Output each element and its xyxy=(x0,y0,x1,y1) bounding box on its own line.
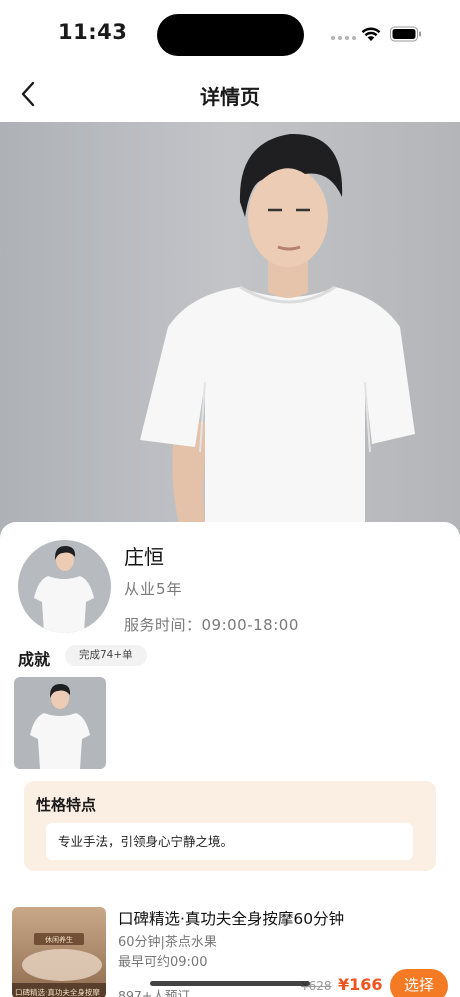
experience-years: 从业5年 xyxy=(124,580,183,598)
service-duration: 60分钟|茶点水果 xyxy=(118,935,217,950)
service-title: 口碑精选·真功夫全身按摩60分钟 xyxy=(118,910,345,928)
service-thumb-caption: 口碑精选·真功夫全身按摩 xyxy=(15,987,100,997)
profile-card: 庄恒 从业5年 服务时间：09:00-18:00 成就 完成74+单 性格特点 … xyxy=(0,522,460,997)
dynamic-island xyxy=(157,14,304,56)
home-indicator xyxy=(150,981,310,986)
select-button[interactable]: 选择 xyxy=(390,969,448,997)
cellular-signal-icon xyxy=(331,36,356,40)
page-title: 详情页 xyxy=(200,85,260,109)
personality-section: 性格特点 专业手法，引领身心宁静之境。 xyxy=(24,781,436,871)
status-bar: 11:43 xyxy=(0,0,460,66)
service-thumb-label: 休闲养生 xyxy=(45,935,73,944)
therapist-name: 庄恒 xyxy=(124,545,164,569)
battery-icon xyxy=(390,26,421,42)
wifi-icon xyxy=(361,27,381,41)
service-booked-count: 897+人预订 xyxy=(118,988,190,997)
personality-description: 专业手法，引领身心宁静之境。 xyxy=(46,823,413,860)
therapist-photo xyxy=(0,122,460,542)
avatar xyxy=(18,540,111,633)
status-time: 11:43 xyxy=(58,20,128,44)
current-price: ¥166 xyxy=(338,975,383,994)
personality-title: 性格特点 xyxy=(36,796,97,814)
gallery-photo[interactable] xyxy=(14,677,106,769)
service-hours: 服务时间：09:00-18:00 xyxy=(124,616,299,634)
service-earliest-time: 最早可约09:00 xyxy=(118,955,208,970)
service-thumbnail: 休闲养生 口碑精选·真功夫全身按摩 xyxy=(12,907,106,997)
achievement-title: 成就 xyxy=(18,650,51,669)
nav-bar: 详情页 xyxy=(0,66,460,122)
orders-completed-badge: 完成74+单 xyxy=(65,645,147,666)
